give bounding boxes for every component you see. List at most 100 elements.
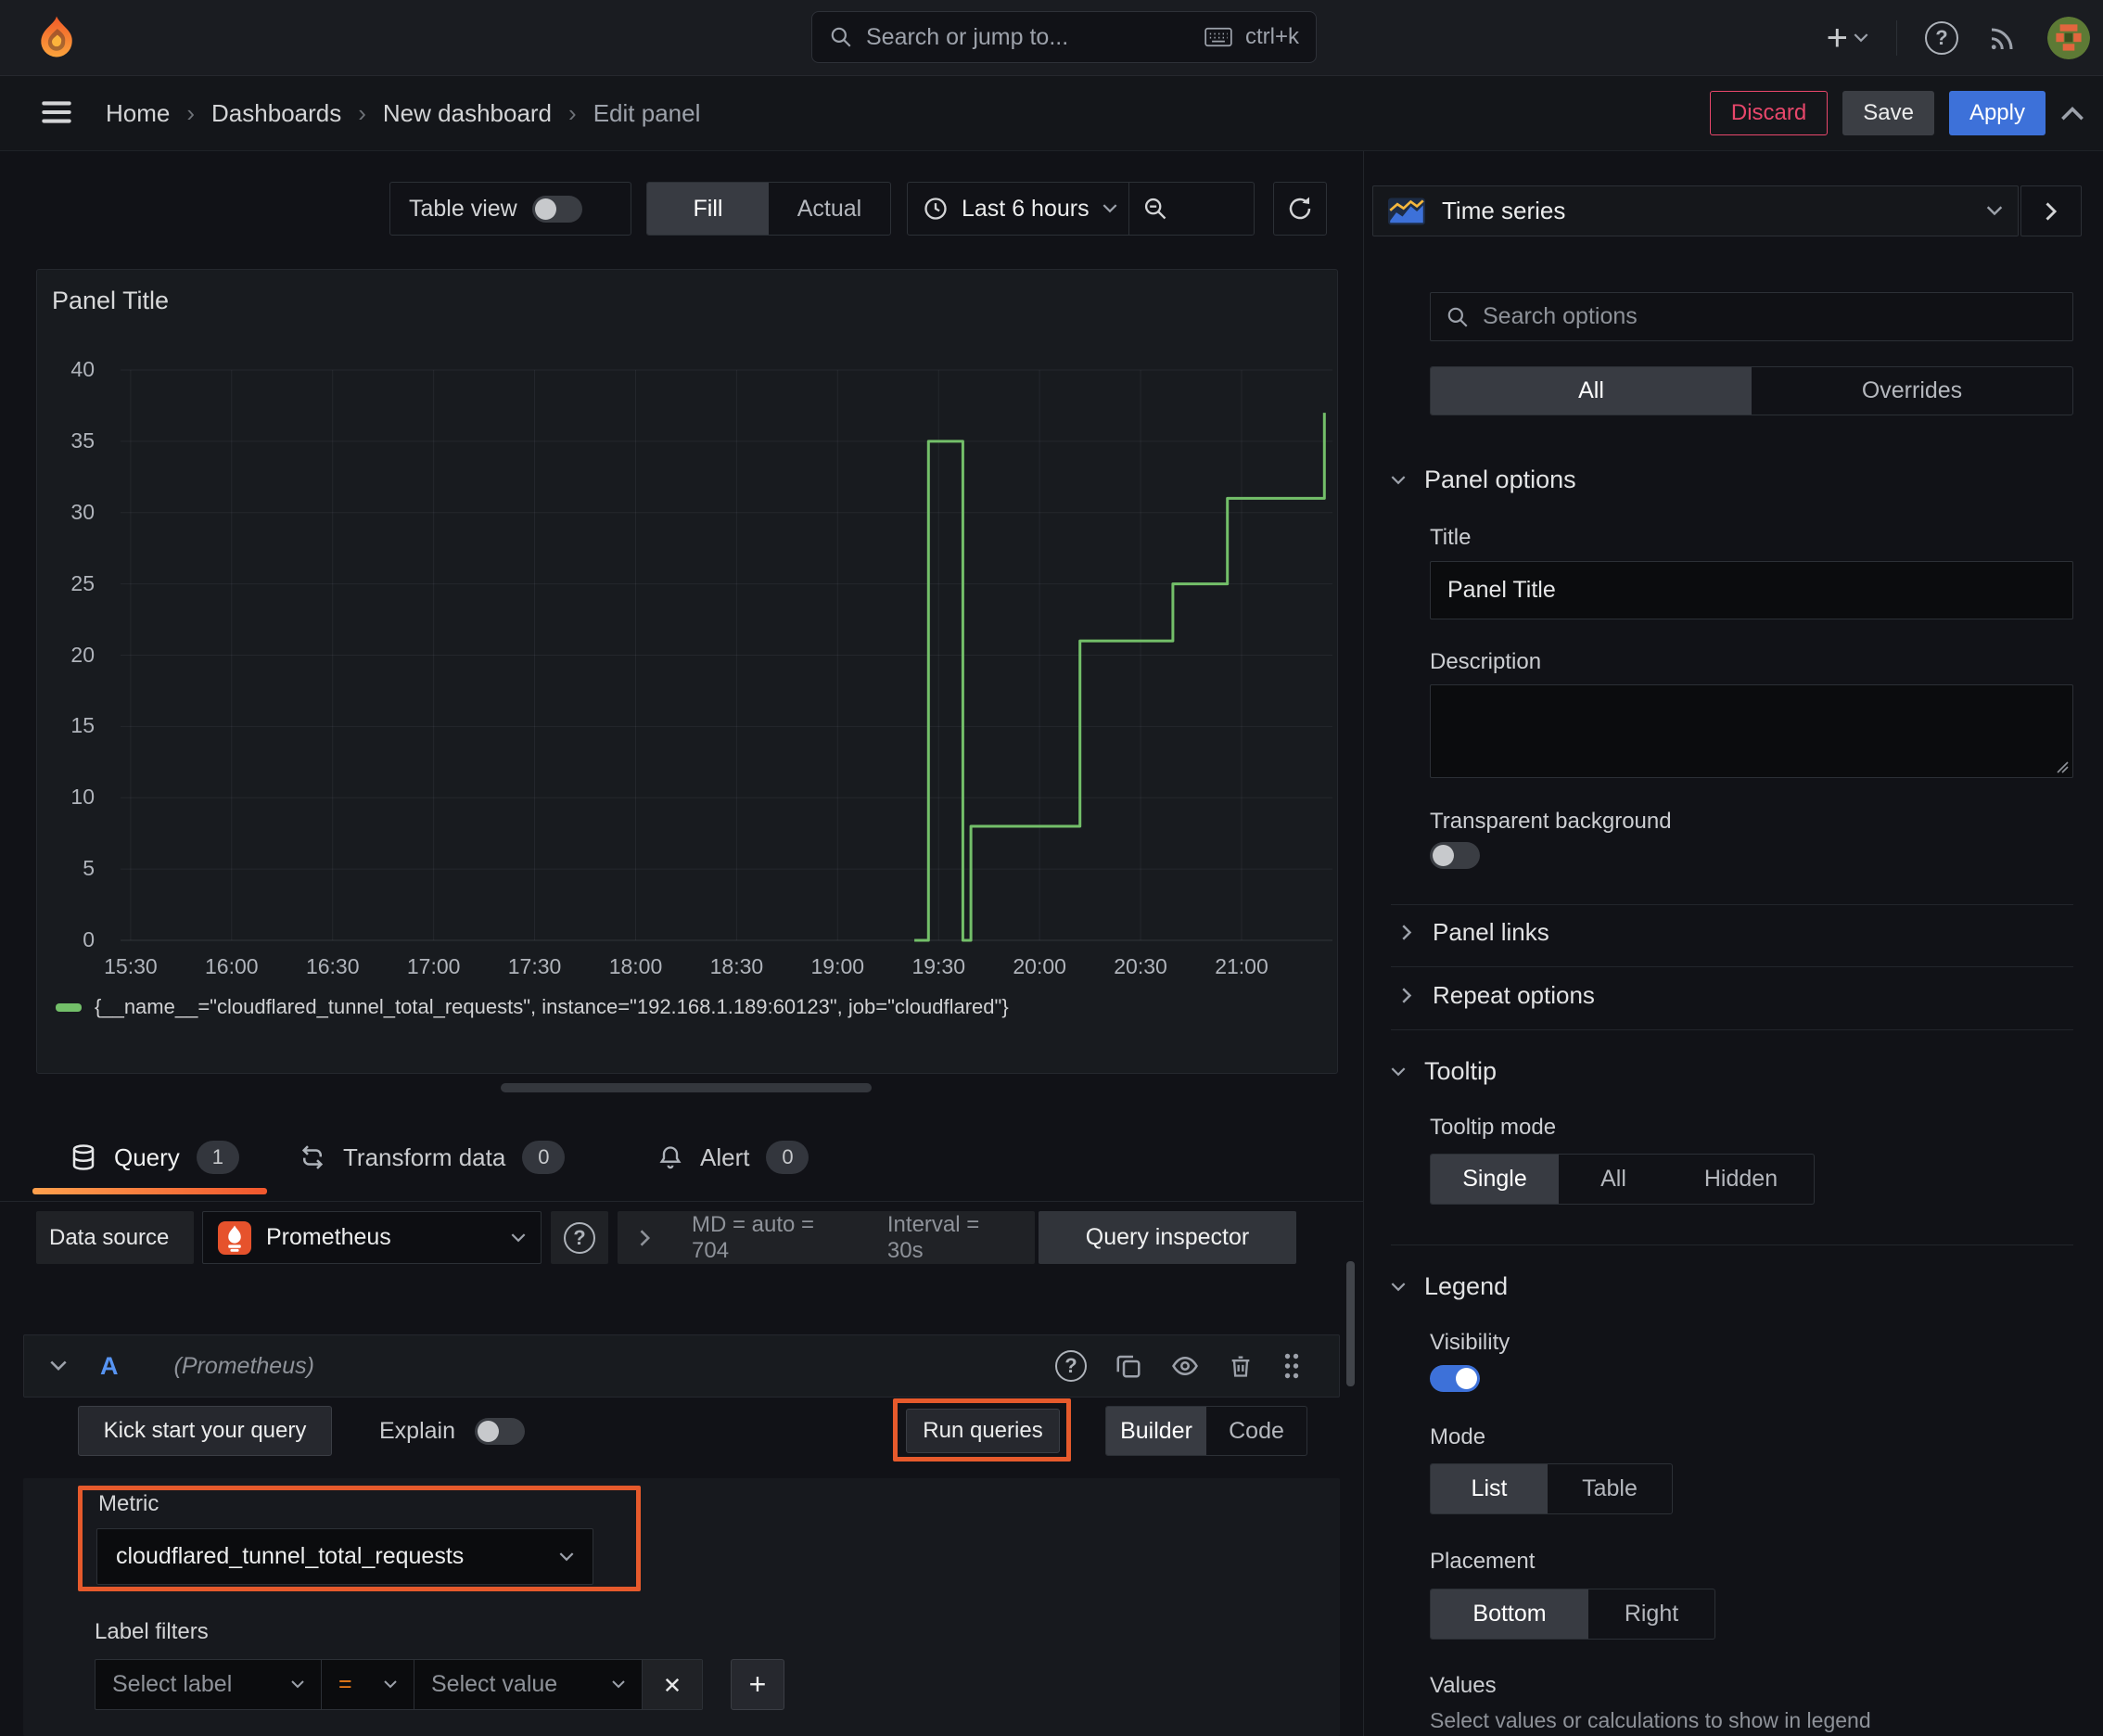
- database-icon: [70, 1143, 97, 1171]
- panel-resize-handle[interactable]: [501, 1083, 872, 1092]
- page-header-bar: Home › Dashboards › New dashboard › Edit…: [0, 76, 2103, 151]
- time-range-picker[interactable]: Last 6 hours: [907, 182, 1255, 236]
- tab-overrides[interactable]: Overrides: [1752, 367, 2072, 415]
- global-search-input[interactable]: Search or jump to... ctrl+k: [811, 11, 1317, 63]
- operator-dropdown[interactable]: =: [322, 1660, 414, 1709]
- table-view-group: Table view: [389, 182, 631, 236]
- panel-links-section[interactable]: Panel links: [1402, 918, 1549, 947]
- title-field-label: Title: [1430, 525, 1472, 550]
- query-datasource-hint: (Prometheus): [173, 1352, 314, 1379]
- menu-button[interactable]: [41, 98, 72, 126]
- tooltip-section-header[interactable]: Tooltip: [1391, 1057, 1497, 1086]
- add-filter-button[interactable]: +: [731, 1659, 784, 1710]
- toggle-viz-panel-button[interactable]: [2020, 185, 2082, 236]
- breadcrumb-new-dashboard[interactable]: New dashboard: [383, 99, 552, 128]
- options-scope-tabs: All Overrides: [1430, 366, 2073, 415]
- refresh-button[interactable]: [1273, 182, 1327, 236]
- repeat-options-section[interactable]: Repeat options: [1402, 981, 1595, 1010]
- tooltip-hidden-option[interactable]: Hidden: [1668, 1155, 1814, 1204]
- zoom-out-button[interactable]: [1128, 183, 1181, 235]
- help-button[interactable]: ?: [1925, 21, 1958, 55]
- builder-option[interactable]: Builder: [1106, 1407, 1206, 1455]
- placement-right-option[interactable]: Right: [1588, 1589, 1714, 1639]
- legend-section-header[interactable]: Legend: [1391, 1272, 1508, 1301]
- datasource-select[interactable]: Prometheus: [202, 1211, 542, 1264]
- metric-select[interactable]: cloudflared_tunnel_total_requests: [96, 1528, 593, 1585]
- apply-button[interactable]: Apply: [1948, 91, 2046, 135]
- duplicate-query-button[interactable]: [1115, 1352, 1142, 1380]
- clock-icon: [923, 196, 949, 222]
- section-title: Tooltip: [1424, 1057, 1498, 1085]
- select-label-dropdown[interactable]: Select label: [96, 1660, 322, 1709]
- panel-options-header[interactable]: Panel options: [1391, 466, 1576, 494]
- description-textarea[interactable]: [1430, 684, 2073, 778]
- x-tick-label: 16:00: [205, 954, 259, 978]
- y-tick-label: 35: [70, 428, 95, 453]
- transparent-bg-toggle[interactable]: [1430, 842, 1480, 869]
- scrollbar-thumb[interactable]: [1346, 1261, 1355, 1386]
- table-view-toggle[interactable]: [531, 195, 582, 223]
- legend-table-option[interactable]: Table: [1548, 1464, 1672, 1513]
- panel-title-input[interactable]: Panel Title: [1430, 561, 2073, 619]
- kick-start-button[interactable]: Kick start your query: [78, 1406, 332, 1456]
- question-icon: ?: [1935, 26, 1948, 49]
- drag-query-handle[interactable]: [1281, 1352, 1302, 1380]
- label-filters-label: Label filters: [95, 1619, 209, 1644]
- options-search-input[interactable]: Search options: [1430, 292, 2073, 341]
- remove-filter-button[interactable]: [643, 1660, 702, 1709]
- transparent-bg-label: Transparent background: [1430, 809, 1672, 834]
- hide-query-button[interactable]: [1170, 1352, 1200, 1380]
- delete-query-button[interactable]: [1228, 1352, 1254, 1380]
- time-range-label: Last 6 hours: [962, 195, 1090, 222]
- news-signal-icon[interactable]: [1986, 21, 2020, 55]
- placement-bottom-option[interactable]: Bottom: [1431, 1589, 1588, 1639]
- collapse-header-button[interactable]: [2060, 106, 2084, 121]
- grafana-edit-panel-page: Search or jump to... ctrl+k + ? Home › D…: [0, 0, 2103, 1736]
- chevron-right-icon: [1402, 988, 1412, 1003]
- tooltip-single-option[interactable]: Single: [1431, 1155, 1559, 1204]
- query-ref-id: A: [100, 1351, 119, 1380]
- visualization-picker[interactable]: Time series: [1372, 185, 2019, 236]
- fill-option[interactable]: Fill: [647, 183, 769, 235]
- tab-transform-data[interactable]: Transform data 0: [299, 1124, 566, 1191]
- add-menu-button[interactable]: +: [1827, 19, 1868, 57]
- explain-toggle[interactable]: [475, 1418, 525, 1445]
- select-value-dropdown[interactable]: Select value: [414, 1660, 643, 1709]
- x-tick-label: 18:00: [608, 954, 663, 978]
- discard-button[interactable]: Discard: [1709, 91, 1829, 135]
- legend-mode-switch: List Table: [1430, 1463, 1673, 1514]
- grafana-logo[interactable]: [33, 14, 80, 62]
- label-filter-row: Select label = Select value: [95, 1659, 703, 1710]
- x-tick-label: 20:30: [1114, 954, 1167, 978]
- query-row-header[interactable]: A (Prometheus) ?: [23, 1334, 1340, 1398]
- code-option[interactable]: Code: [1206, 1407, 1306, 1455]
- legend-visibility-toggle[interactable]: [1430, 1365, 1480, 1392]
- datasource-help-button[interactable]: ?: [551, 1211, 608, 1264]
- y-tick-label: 5: [83, 856, 95, 881]
- tab-all[interactable]: All: [1431, 367, 1752, 415]
- tab-query[interactable]: Query 1: [70, 1124, 239, 1191]
- panel-title[interactable]: Panel Title: [52, 287, 169, 315]
- avatar[interactable]: [2047, 17, 2090, 59]
- chevron-down-icon[interactable]: [50, 1360, 67, 1372]
- legend[interactable]: {__name__="cloudflared_tunnel_total_requ…: [56, 995, 1009, 1019]
- chart-plot[interactable]: [121, 366, 1332, 950]
- tab-alert[interactable]: Alert 0: [657, 1124, 809, 1191]
- breadcrumb-dashboards[interactable]: Dashboards: [211, 99, 341, 128]
- run-queries-button[interactable]: Run queries: [906, 1409, 1060, 1453]
- query-help-button[interactable]: ?: [1055, 1350, 1087, 1382]
- chevron-down-icon: [1391, 475, 1406, 485]
- y-tick-label: 15: [70, 713, 95, 738]
- series-line[interactable]: [914, 413, 1326, 942]
- prometheus-icon: [218, 1220, 251, 1255]
- select-label-placeholder: Select label: [112, 1671, 233, 1697]
- save-button[interactable]: Save: [1842, 91, 1934, 135]
- chevron-right-icon: ›: [358, 98, 366, 127]
- actual-option[interactable]: Actual: [769, 183, 890, 235]
- resize-grip-icon: [2054, 759, 2069, 773]
- tooltip-all-option[interactable]: All: [1559, 1155, 1668, 1204]
- legend-list-option[interactable]: List: [1431, 1464, 1548, 1513]
- query-inspector-button[interactable]: Query inspector: [1039, 1211, 1296, 1264]
- breadcrumb-home[interactable]: Home: [106, 99, 170, 128]
- query-options-row[interactable]: MD = auto = 704 Interval = 30s: [618, 1211, 1035, 1264]
